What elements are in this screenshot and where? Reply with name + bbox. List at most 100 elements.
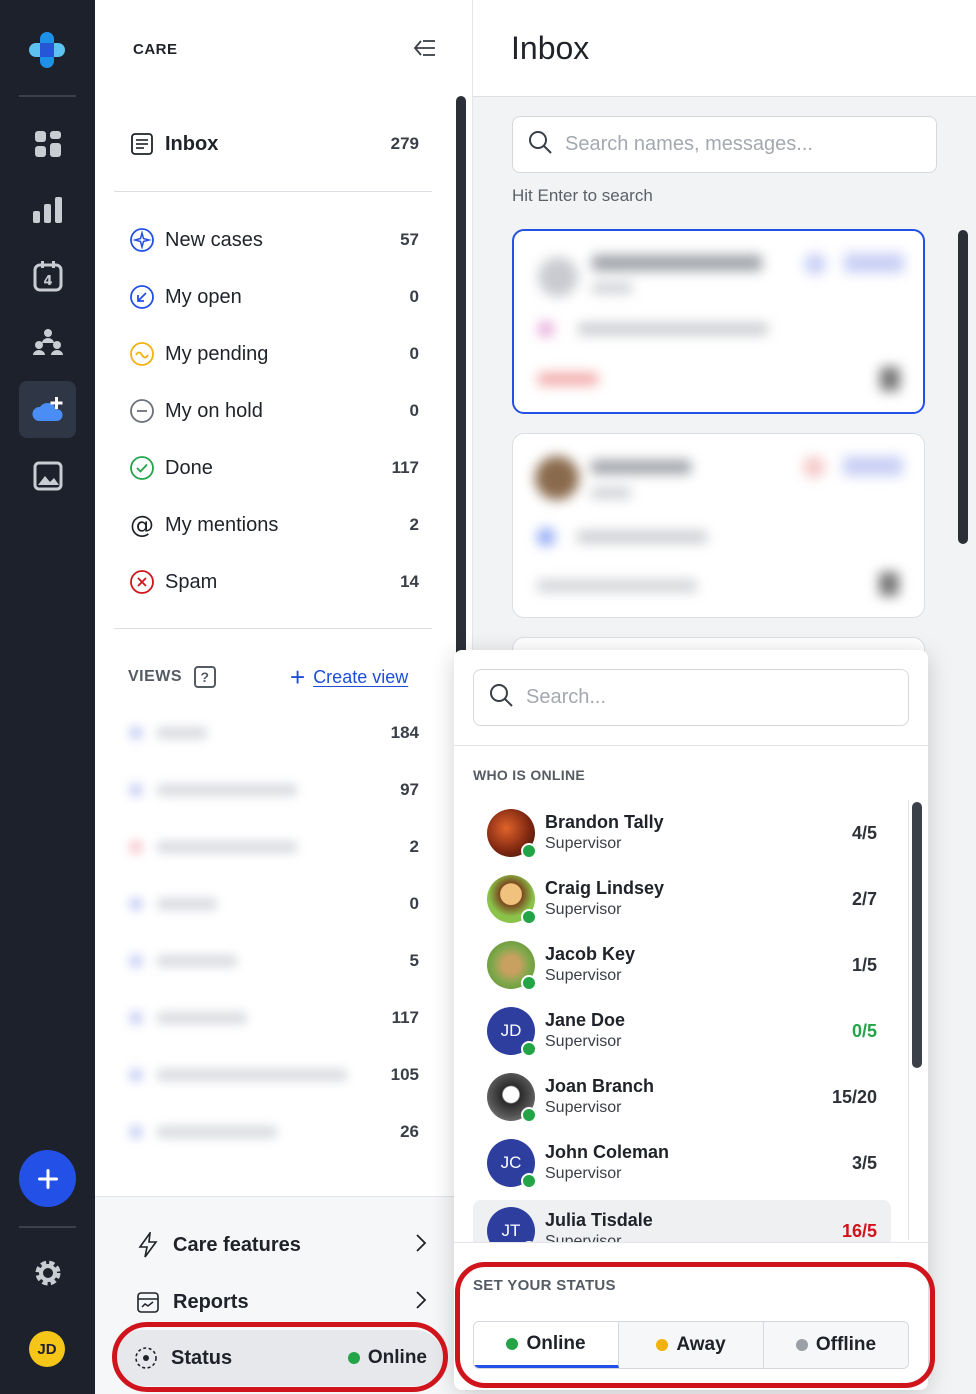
status-selector: Online Away Offline [473, 1321, 909, 1369]
agent-row[interactable]: Jacob Key Supervisor 1/5 [473, 934, 891, 996]
media-library-icon[interactable] [19, 447, 76, 504]
collapse-sidebar-icon[interactable] [413, 36, 437, 60]
sidebar-item-label: My open [165, 285, 242, 308]
online-dot-icon [521, 1173, 537, 1189]
settings-gear-icon[interactable] [19, 1244, 76, 1301]
status-option-away[interactable]: Away [619, 1322, 764, 1368]
chevron-right-icon [415, 1233, 427, 1258]
view-item[interactable]: 26 [129, 1114, 419, 1150]
agents-scrollbar[interactable] [912, 802, 922, 1068]
agent-row[interactable]: Brandon Tally Supervisor 4/5 [473, 802, 891, 864]
agent-role: Supervisor [545, 967, 622, 984]
create-button[interactable] [19, 1150, 76, 1207]
agent-name: Joan Branch [545, 1076, 655, 1096]
care-features-item[interactable]: Care features [135, 1225, 427, 1265]
conversation-card[interactable] [512, 229, 925, 414]
agent-name: Craig Lindsey [545, 878, 665, 898]
avatar: JD [487, 1007, 537, 1057]
status-option-label: Offline [815, 1334, 877, 1355]
agent-name: Brandon Tally [545, 812, 664, 832]
view-item[interactable]: 117 [129, 1000, 419, 1036]
avatar [487, 941, 537, 991]
check-circle-icon [129, 455, 155, 481]
status-option-offline[interactable]: Offline [764, 1322, 908, 1368]
view-item-count: 117 [391, 1008, 419, 1027]
agent-role: Supervisor [545, 901, 622, 918]
search-icon [527, 129, 553, 160]
views-heading: VIEWS ? [128, 666, 217, 688]
sidebar-item-count: 0 [409, 344, 419, 363]
reports-item[interactable]: Reports [135, 1282, 427, 1322]
online-dot-icon [347, 1352, 360, 1364]
agent-search[interactable] [473, 669, 909, 726]
agent-row[interactable]: Craig Lindsey Supervisor 2/7 [473, 868, 891, 930]
view-item-label-blurred [129, 1122, 359, 1142]
view-item[interactable]: 0 [129, 886, 419, 922]
care-cloud-icon[interactable] [19, 381, 76, 438]
view-item-label-blurred [129, 951, 359, 971]
reports-icon [135, 1289, 161, 1315]
wave-circle-icon [129, 341, 155, 367]
status-option-online[interactable]: Online [474, 1322, 619, 1368]
svg-text:@: @ [130, 512, 154, 538]
plus-icon: + [290, 662, 306, 692]
view-item-count: 97 [400, 780, 419, 799]
inbox-search[interactable] [512, 116, 937, 173]
agent-name: Julia Tisdale [545, 1210, 653, 1230]
sidebar-divider [114, 628, 432, 629]
sidebar-item-label: My on hold [165, 399, 263, 422]
agent-load: 0/5 [851, 1020, 877, 1041]
svg-text:4: 4 [43, 274, 52, 289]
view-item[interactable]: 5 [129, 943, 419, 979]
care-features-label: Care features [173, 1233, 301, 1256]
sidebar-item-label: Spam [165, 570, 218, 593]
app-logo[interactable] [27, 30, 67, 70]
agent-row[interactable]: JC John Coleman Supervisor 3/5 [473, 1132, 891, 1194]
minus-circle-icon [129, 398, 155, 424]
agent-name: Jane Doe [545, 1010, 626, 1030]
status-toggle[interactable]: Status Online [113, 1330, 443, 1386]
inbox-header: Inbox [473, 0, 976, 97]
agent-role: Supervisor [545, 1233, 622, 1242]
analytics-icon[interactable] [19, 181, 76, 238]
view-item[interactable]: 97 [129, 772, 419, 808]
avatar: JT [487, 1207, 537, 1242]
sidebar-item-inbox[interactable]: Inbox 279 [129, 124, 419, 164]
view-item[interactable]: 2 [129, 829, 419, 865]
blurred-card-content [513, 434, 924, 617]
avatar-initials: JD [500, 1021, 522, 1040]
agent-row[interactable]: JD Jane Doe Supervisor 0/5 [473, 1000, 891, 1062]
sidebar-item-new-cases[interactable]: New cases 57 [129, 220, 419, 260]
lightning-icon [135, 1232, 161, 1258]
conversation-card[interactable] [512, 433, 925, 618]
help-icon[interactable]: ? [194, 666, 217, 688]
avatar-initials: JT [501, 1221, 521, 1240]
x-circle-icon [129, 569, 155, 595]
user-avatar[interactable]: JD [29, 1331, 65, 1367]
sidebar-item-my-pending[interactable]: My pending 0 [129, 334, 419, 374]
audience-icon[interactable] [19, 313, 76, 370]
calendar-icon[interactable]: 4 [19, 247, 76, 304]
agent-row[interactable]: JT Julia Tisdale Supervisor 16/5 [473, 1200, 891, 1242]
sidebar-item-my-mentions[interactable]: @ My mentions 2 [129, 505, 419, 545]
search-icon [488, 682, 514, 713]
sidebar-item-my-on-hold[interactable]: My on hold 0 [129, 391, 419, 431]
agent-load: 4/5 [851, 822, 877, 843]
sidebar-item-spam[interactable]: Spam 14 [129, 562, 419, 602]
agent-row[interactable]: Joan Branch Supervisor 15/20 [473, 1066, 891, 1128]
sidebar-item-my-open[interactable]: My open 0 [129, 277, 419, 317]
dashboard-icon[interactable] [19, 115, 76, 172]
view-item-count: 105 [390, 1065, 419, 1084]
view-item[interactable]: 105 [129, 1057, 419, 1093]
create-view-link[interactable]: + Create view [290, 664, 408, 690]
view-item-label-blurred [129, 894, 359, 914]
sidebar-item-done[interactable]: Done 117 [129, 448, 419, 488]
agent-search-input[interactable] [526, 686, 886, 709]
sidebar-item-count: 117 [391, 458, 419, 477]
inbox-scrollbar[interactable] [958, 230, 968, 544]
search-input[interactable] [565, 133, 905, 156]
sidebar-item-count: 0 [409, 401, 419, 420]
view-item[interactable]: 184 [129, 715, 419, 751]
view-item-count: 184 [390, 723, 419, 742]
page-title: Inbox [511, 30, 590, 66]
